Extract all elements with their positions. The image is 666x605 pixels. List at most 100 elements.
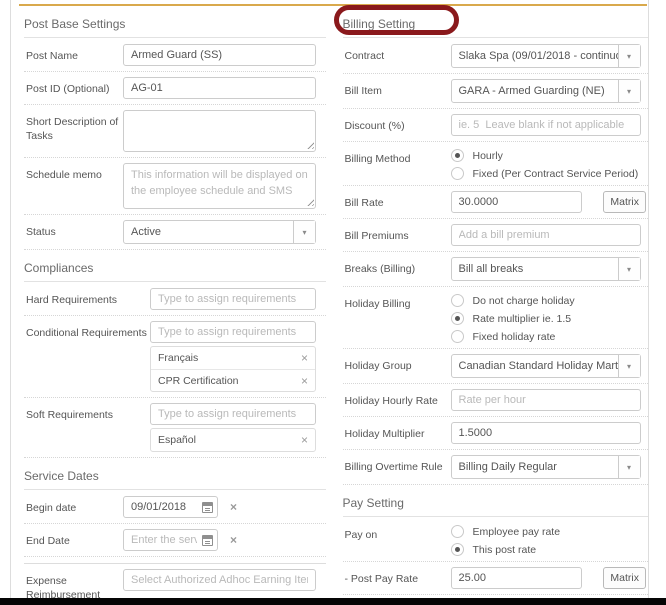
bill-rate-label: Bill Rate: [344, 197, 384, 209]
section-compliances: Compliances: [24, 254, 326, 282]
post-pay-rate-input[interactable]: [450, 567, 582, 589]
discount-input[interactable]: [450, 114, 641, 136]
radio-label: Employee pay rate: [472, 525, 561, 538]
hard-requirements-row: Hard Requirements: [24, 283, 326, 316]
post-pay-rate-label: - Post Pay Rate: [344, 573, 419, 585]
chevron-down-icon[interactable]: ▾: [293, 221, 315, 243]
pay-on-label: Pay on: [344, 529, 378, 541]
expense-reimbursement-label: Expense Reimbursement: [26, 575, 101, 598]
pay-on-option-post[interactable]: This post rate: [450, 543, 649, 556]
holiday-group-label: Holiday Group: [344, 360, 412, 372]
pay-on-option-employee[interactable]: Employee pay rate: [450, 525, 649, 538]
expense-reimbursement-input[interactable]: [123, 569, 316, 591]
section-billing-setting: Billing Setting: [333, 5, 648, 38]
holiday-billing-row: Holiday Billing Do not charge holiday Ra…: [342, 287, 649, 349]
remove-tag-icon[interactable]: ×: [301, 434, 308, 446]
discount-row: Discount (%): [342, 109, 648, 142]
radio-icon[interactable]: [450, 167, 464, 180]
accent-top-line: [19, 4, 647, 6]
radio-selected-icon[interactable]: [450, 149, 464, 162]
soft-requirements-label: Soft Requirements: [26, 409, 113, 421]
breaks-billing-select[interactable]: Bill all breaks ▾: [450, 257, 641, 281]
post-name-label: Post Name: [26, 50, 78, 62]
schedule-memo-row: Schedule memo: [24, 158, 326, 215]
schedule-memo-textarea[interactable]: [123, 163, 316, 209]
soft-requirements-tags: Español ×: [150, 428, 316, 452]
end-date-row: End Date ×: [24, 524, 326, 557]
status-row: Status Active ▾: [24, 215, 326, 250]
holiday-billing-option-multiplier[interactable]: Rate multiplier ie. 1.5: [450, 312, 649, 325]
status-label: Status: [26, 226, 56, 238]
bill-premiums-input[interactable]: [450, 224, 641, 246]
requirement-tag: CPR Certification ×: [151, 369, 315, 391]
bill-item-select-value: GARA - Armed Guarding (NE): [458, 85, 605, 97]
clear-date-icon[interactable]: ×: [230, 533, 237, 547]
expense-reimbursement-row: Expense Reimbursement: [24, 564, 326, 598]
hard-requirements-input[interactable]: [150, 288, 316, 310]
contract-row: Contract Slaka Spa (09/01/2018 - continu…: [342, 39, 648, 74]
hard-requirements-label: Hard Requirements: [26, 294, 118, 306]
radio-icon[interactable]: [450, 294, 464, 307]
billing-method-option-hourly[interactable]: Hourly: [450, 149, 649, 162]
requirement-tag-label: CPR Certification: [158, 374, 239, 387]
conditional-requirements-row: Conditional Requirements Français × CPR …: [24, 316, 326, 398]
breaks-billing-label: Breaks (Billing): [344, 263, 416, 275]
radio-label: Fixed (Per Contract Service Period): [472, 167, 639, 180]
chevron-down-icon[interactable]: ▾: [617, 355, 640, 377]
chevron-down-icon[interactable]: ▾: [617, 80, 640, 102]
billing-overtime-rule-select[interactable]: Billing Daily Regular ▾: [450, 455, 641, 479]
calendar-icon[interactable]: [202, 502, 213, 513]
radio-icon[interactable]: [450, 525, 464, 538]
post-id-input[interactable]: [123, 77, 316, 99]
holiday-billing-option-fixed[interactable]: Fixed holiday rate: [450, 330, 649, 343]
bill-rate-input[interactable]: [450, 191, 582, 213]
holiday-multiplier-input[interactable]: [450, 422, 641, 444]
status-select[interactable]: Active ▾: [123, 220, 316, 244]
radio-selected-icon[interactable]: [450, 543, 464, 556]
billing-method-option-fixed[interactable]: Fixed (Per Contract Service Period): [450, 167, 649, 180]
post-name-input[interactable]: [123, 44, 316, 66]
remove-tag-icon[interactable]: ×: [301, 375, 308, 387]
radio-icon[interactable]: [450, 330, 464, 343]
conditional-requirements-input[interactable]: [150, 321, 316, 343]
billing-method-row: Billing Method Hourly Fixed (Per Contrac…: [342, 142, 649, 186]
holiday-billing-option-none[interactable]: Do not charge holiday: [450, 294, 649, 307]
pay-on-row: Pay on Employee pay rate This post rate: [342, 518, 649, 562]
holiday-group-select[interactable]: Canadian Standard Holiday MartLK, GDFRI,…: [450, 354, 641, 378]
short-description-textarea[interactable]: [123, 110, 316, 152]
requirement-tag: Français ×: [151, 347, 315, 369]
bill-rate-row: Bill Rate Matrix: [342, 186, 648, 219]
left-column: Post Base Settings Post Name Post ID (Op…: [24, 10, 326, 598]
chevron-down-icon[interactable]: ▾: [617, 45, 640, 67]
contract-select[interactable]: Slaka Spa (09/01/2018 - continuous) ▾: [450, 44, 641, 68]
right-column: Billing Setting Contract Slaka Spa (09/0…: [333, 5, 649, 598]
requirement-tag-label: Français: [158, 352, 199, 364]
post-pay-rate-row: - Post Pay Rate Matrix: [342, 562, 648, 595]
holiday-hourly-rate-row: Holiday Hourly Rate: [342, 384, 648, 417]
short-description-label: Short Description of Tasks: [26, 116, 119, 143]
bill-premiums-label: Bill Premiums: [344, 230, 409, 242]
clear-date-icon[interactable]: ×: [230, 500, 237, 514]
chevron-down-icon[interactable]: ▾: [617, 258, 640, 280]
bill-item-select[interactable]: GARA - Armed Guarding (NE) ▾: [450, 79, 641, 103]
schedule-memo-label: Schedule memo: [26, 169, 102, 181]
chevron-down-icon[interactable]: ▾: [617, 456, 640, 478]
holiday-hourly-rate-input[interactable]: [450, 389, 641, 411]
begin-date-label: Begin date: [26, 502, 77, 514]
radio-label: This post rate: [472, 543, 537, 556]
calendar-icon[interactable]: [202, 535, 213, 546]
radio-label: Rate multiplier ie. 1.5: [472, 312, 572, 325]
bottom-black-bar: [0, 598, 666, 605]
section-service-dates: Service Dates: [24, 462, 326, 490]
radio-selected-icon[interactable]: [450, 312, 464, 325]
remove-tag-icon[interactable]: ×: [301, 352, 308, 364]
bill-rate-matrix-button[interactable]: Matrix: [603, 191, 646, 213]
requirement-tag: Español ×: [151, 429, 315, 451]
holiday-group-select-value: Canadian Standard Holiday MartLK, GDFRI,…: [458, 360, 618, 372]
billing-overtime-rule-select-value: Billing Daily Regular: [458, 461, 557, 473]
post-pay-rate-matrix-button[interactable]: Matrix: [603, 567, 646, 589]
holiday-group-row: Holiday Group Canadian Standard Holiday …: [342, 349, 648, 384]
soft-requirements-input[interactable]: [150, 403, 316, 425]
conditional-requirements-tags: Français × CPR Certification ×: [150, 346, 316, 392]
requirement-tag-label: Español: [158, 434, 196, 446]
